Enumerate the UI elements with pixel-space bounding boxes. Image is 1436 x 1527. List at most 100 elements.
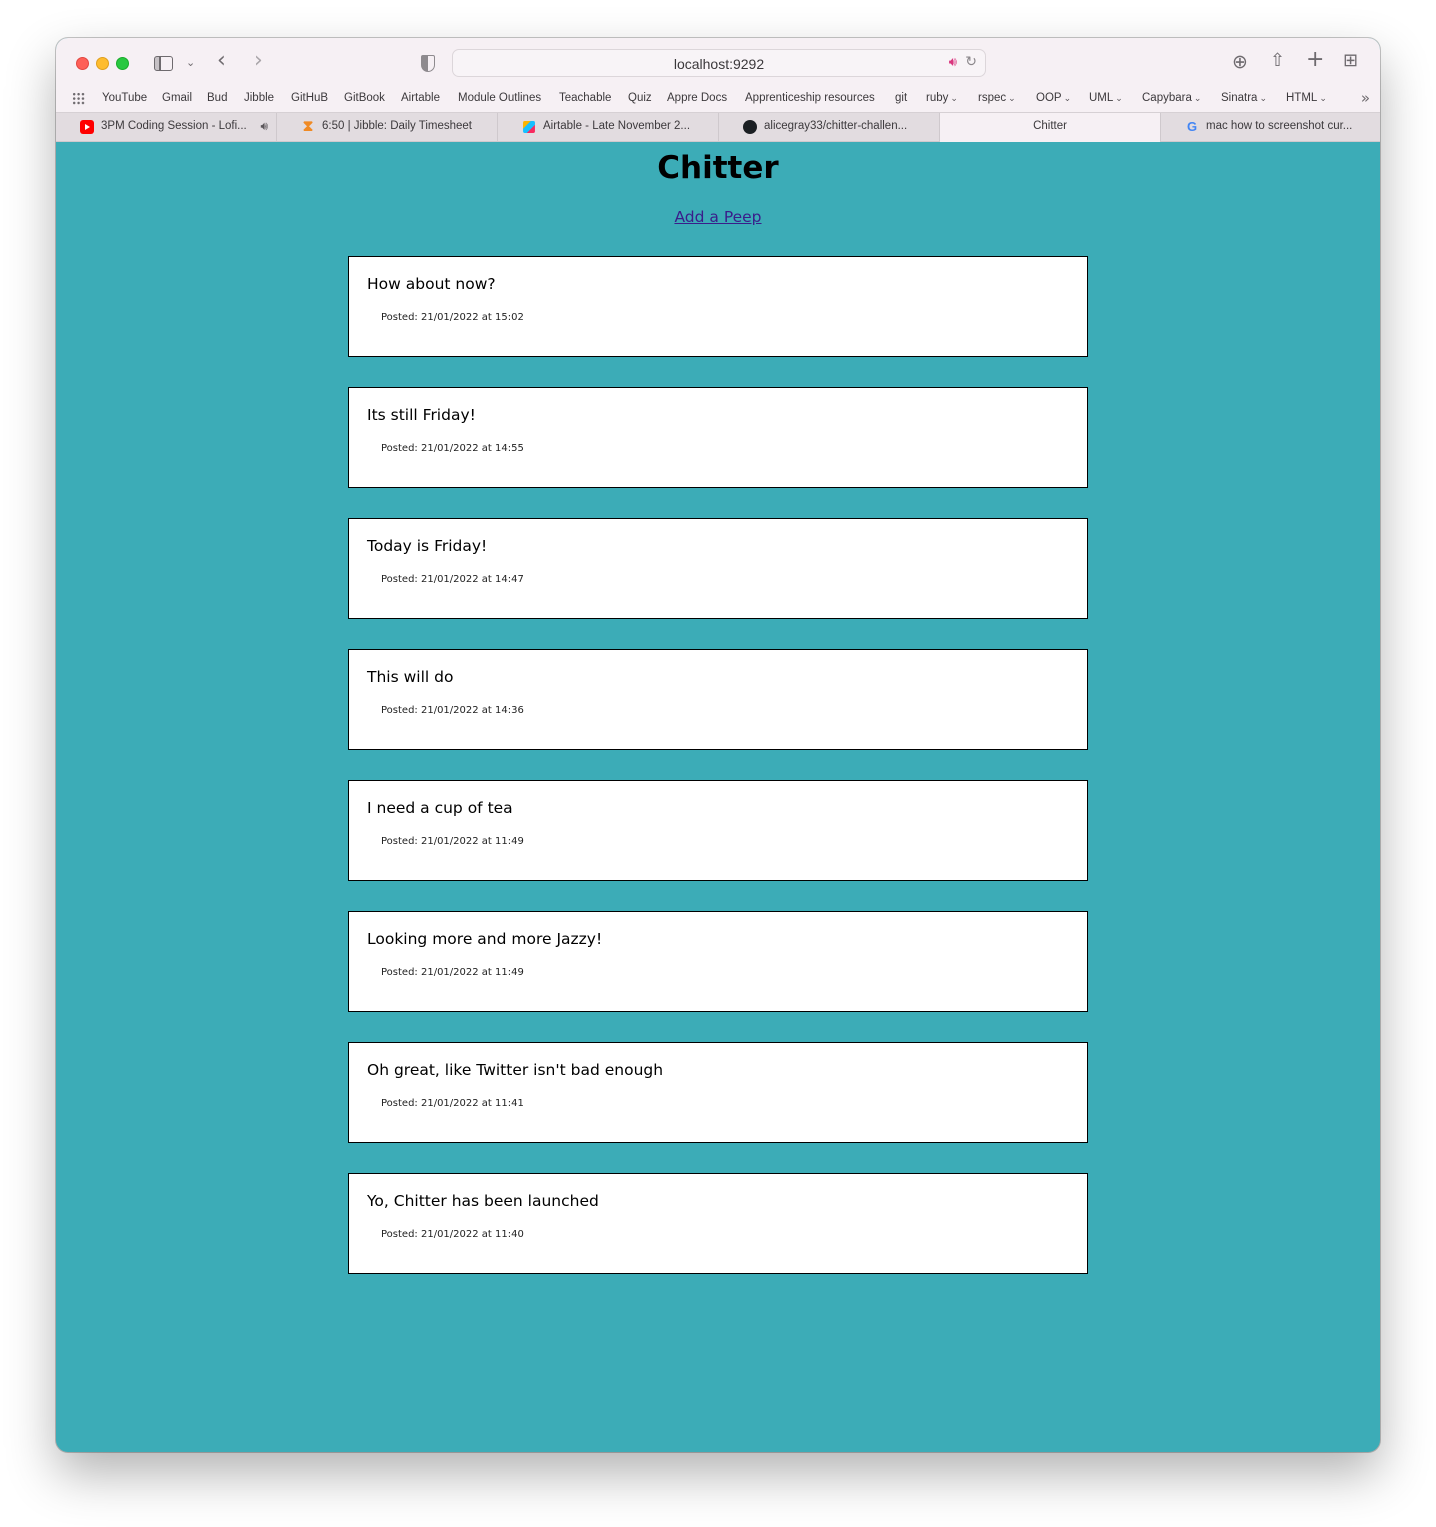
chevron-down-icon: ⌄: [950, 93, 958, 103]
reload-icon[interactable]: ↻: [965, 54, 977, 70]
tab-label: 6:50 | Jibble: Daily Timesheet: [322, 120, 473, 132]
tab-label: Chitter: [1033, 120, 1067, 132]
bookmark-item[interactable]: GitBook: [344, 92, 385, 104]
url-text[interactable]: localhost:9292: [453, 56, 985, 72]
address-bar[interactable]: localhost:9292 🔊︎ ↻: [452, 49, 986, 77]
bookmark-item[interactable]: Bud: [207, 92, 227, 104]
peep-card: Yo, Chitter has been launched Posted: 21/…: [348, 1173, 1088, 1274]
peep-card: Oh great, like Twitter isn't bad enough P…: [348, 1042, 1088, 1143]
peep-card: Its still Friday! Posted: 21/01/2022 at 1…: [348, 387, 1088, 488]
back-icon[interactable]: ‹: [217, 50, 226, 72]
browser-toolbar: ⌄ ‹ › localhost:9292 🔊︎ ↻ ⊕ ⇧ + ⊞: [56, 38, 1380, 86]
peep-list: How about now? Posted: 21/01/2022 at 15:0…: [348, 256, 1088, 1304]
chevron-down-icon: ⌄: [1193, 93, 1202, 103]
bookmark-label: Jibble: [244, 92, 275, 104]
browser-window: ⌄ ‹ › localhost:9292 🔊︎ ↻ ⊕ ⇧ + ⊞ YouTub…: [56, 38, 1380, 1452]
jibble-icon: ⧗: [302, 118, 314, 135]
download-icon[interactable]: ⊕: [1232, 53, 1248, 72]
chevron-down-icon: ⌄: [1008, 93, 1016, 103]
bookmark-item[interactable]: Sinatra ⌄: [1221, 92, 1267, 104]
bookmark-label: Appre Docs: [667, 92, 728, 104]
peep-text: Looking more and more Jazzy!: [367, 930, 603, 948]
bookmark-label: Capybara: [1142, 92, 1192, 104]
tab-0[interactable]: 3PM Coding Session - Lofi... 🔊︎: [56, 113, 277, 142]
peep-timestamp: Posted: 21/01/2022 at 11:41: [381, 1098, 524, 1109]
close-window-button[interactable]: [76, 57, 89, 70]
add-peep-link[interactable]: Add a Peep: [674, 208, 761, 226]
bookmark-item[interactable]: Apprenticeship resources: [745, 92, 875, 104]
tab-3[interactable]: alicegray33/chitter-challen...: [719, 113, 940, 142]
chevron-down-icon[interactable]: ⌄: [186, 54, 195, 72]
google-icon: G: [1186, 119, 1198, 134]
peep-text: Oh great, like Twitter isn't bad enough: [367, 1061, 664, 1079]
bookmark-label: Gmail: [162, 92, 193, 104]
peep-card: This will do Posted: 21/01/2022 at 14:36: [348, 649, 1088, 750]
tab-overview-icon[interactable]: ⊞: [1343, 52, 1358, 70]
tab-2[interactable]: Airtable - Late November 2...: [498, 113, 719, 142]
peep-timestamp: Posted: 21/01/2022 at 14:47: [381, 574, 524, 585]
page-title: Chitter: [657, 150, 779, 186]
speaker-icon[interactable]: 🔊︎: [949, 55, 957, 70]
bookmark-label: GitHuB: [291, 92, 329, 104]
peep-card: Looking more and more Jazzy! Posted: 21/0…: [348, 911, 1088, 1012]
bookmark-item[interactable]: Capybara ⌄: [1142, 92, 1201, 104]
peep-text: Its still Friday!: [367, 406, 476, 424]
apps-grid-icon[interactable]: [72, 92, 85, 105]
page-content: Chitter Add a Peep How about now? Posted:…: [56, 142, 1380, 1452]
bookmark-label: OOP: [1036, 92, 1062, 104]
share-icon[interactable]: ⇧: [1270, 52, 1285, 70]
new-tab-icon[interactable]: +: [1306, 49, 1324, 71]
peep-text: This will do: [367, 668, 454, 686]
bookmark-label: GitBook: [344, 92, 385, 104]
tab-1[interactable]: ⧗ 6:50 | Jibble: Daily Timesheet: [277, 113, 498, 142]
bookmark-label: Airtable: [401, 92, 440, 104]
bookmark-item[interactable]: Jibble: [244, 92, 274, 104]
tab-audio-icon[interactable]: 🔊︎: [260, 119, 268, 134]
peep-timestamp: Posted: 21/01/2022 at 14:55: [381, 443, 524, 454]
bookmark-item[interactable]: GitHuB: [291, 92, 328, 104]
tab-label: alicegray33/chitter-challen...: [764, 120, 908, 132]
minimize-window-button[interactable]: [96, 57, 109, 70]
bookmark-item[interactable]: Teachable: [559, 92, 611, 104]
bookmark-label: Bud: [207, 92, 228, 104]
chevron-down-icon: ⌄: [1319, 93, 1327, 103]
bookmark-label: Teachable: [559, 92, 612, 104]
bookmark-item[interactable]: Module Outlines: [458, 92, 541, 104]
zoom-window-button[interactable]: [116, 57, 129, 70]
bookmark-item[interactable]: HTML ⌄: [1286, 92, 1327, 104]
peep-card: Today is Friday! Posted: 21/01/2022 at 14…: [348, 518, 1088, 619]
peep-timestamp: Posted: 21/01/2022 at 11:49: [381, 836, 524, 847]
bookmark-item[interactable]: OOP ⌄: [1036, 92, 1071, 104]
bookmark-item[interactable]: Quiz: [628, 92, 652, 104]
bookmark-label: ruby: [926, 92, 949, 104]
add-peep-link-row: Add a Peep: [56, 208, 1380, 226]
bookmark-label: rspec: [978, 92, 1007, 104]
bookmarks-bar: YouTube Gmail Bud Jibble GitHuB GitBook Airtab…: [56, 86, 1380, 112]
tab-4[interactable]: Chitter: [940, 113, 1161, 142]
privacy-shield-icon[interactable]: [421, 55, 435, 72]
more-bookmarks-icon[interactable]: »: [1361, 89, 1370, 107]
bookmark-item[interactable]: Airtable: [401, 92, 440, 104]
tab-bar: 3PM Coding Session - Lofi... 🔊︎ ⧗ 6:50 | Ji…: [56, 112, 1380, 142]
chevron-down-icon: ⌄: [1063, 93, 1072, 103]
sidebar-toggle-icon[interactable]: [154, 56, 173, 71]
bookmark-label: YouTube: [102, 92, 148, 104]
forward-icon[interactable]: ›: [254, 50, 263, 72]
bookmark-item[interactable]: rspec ⌄: [978, 92, 1016, 104]
bookmark-label: git: [895, 92, 908, 104]
bookmark-item[interactable]: git: [895, 92, 907, 104]
peep-text: I need a cup of tea: [367, 799, 513, 817]
bookmark-item[interactable]: YouTube: [102, 92, 147, 104]
github-icon: [743, 120, 757, 134]
peep-timestamp: Posted: 21/01/2022 at 11:49: [381, 967, 524, 978]
bookmark-item[interactable]: Gmail: [162, 92, 192, 104]
bookmark-item[interactable]: ruby ⌄: [926, 92, 958, 104]
bookmark-label: UML: [1089, 92, 1114, 104]
peep-card: I need a cup of tea Posted: 21/01/2022 at…: [348, 780, 1088, 881]
bookmark-label: Sinatra: [1221, 92, 1258, 104]
airtable-icon: [523, 121, 535, 133]
bookmark-label: Module Outlines: [458, 92, 542, 104]
bookmark-item[interactable]: UML ⌄: [1089, 92, 1123, 104]
bookmark-item[interactable]: Appre Docs: [667, 92, 727, 104]
tab-5[interactable]: Gmac how to screenshot cur...: [1161, 113, 1380, 142]
